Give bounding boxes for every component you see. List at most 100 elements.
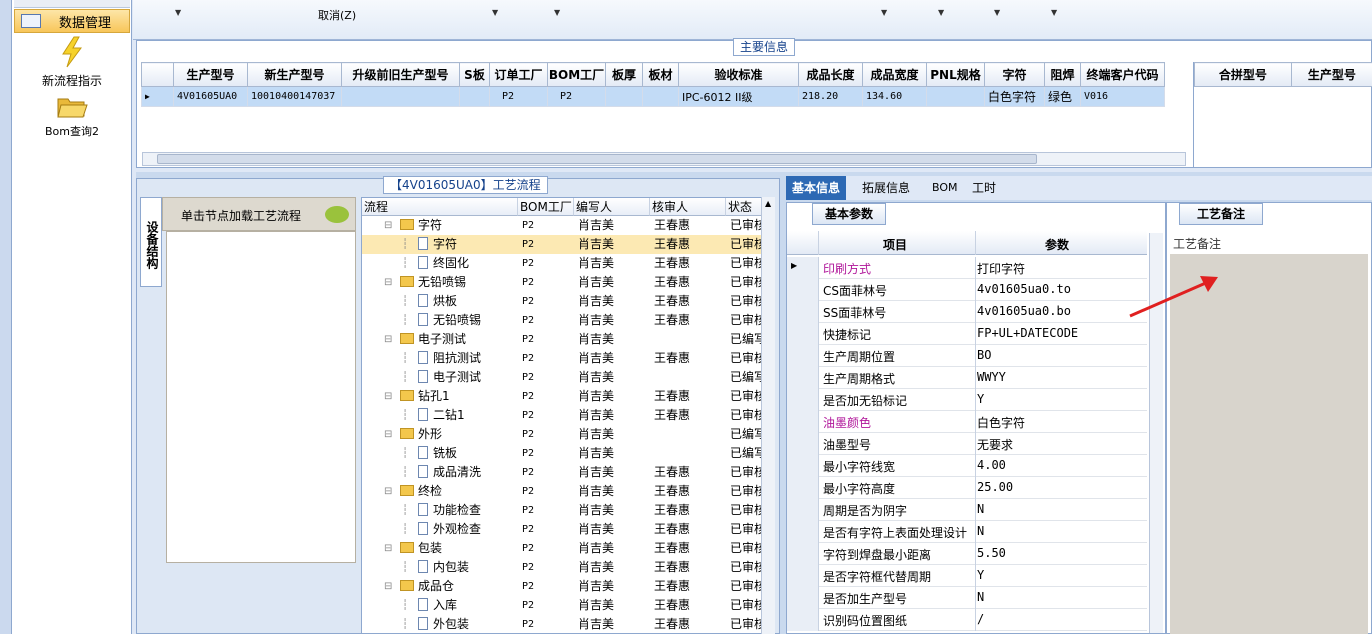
column-header[interactable]: 验收标准 [678,62,799,87]
tab-work-hours[interactable]: 工时 [966,176,1002,200]
param-row[interactable]: 周期是否为阴字 N [787,499,1147,521]
column-header[interactable]: 字符 [984,62,1045,87]
table-cell[interactable]: V016 [1080,86,1165,107]
flow-tree-row[interactable]: ⊟ 电子测试 P2 肖吉美 已编写 [362,330,766,349]
table-cell[interactable]: 134.60 [862,86,927,107]
column-header[interactable]: S板 [459,62,490,87]
row-header[interactable] [787,433,819,455]
dropdown-arrow-icon[interactable]: ▼ [492,8,498,17]
select-all-corner[interactable] [787,231,819,255]
flow-tree-row[interactable]: ┆ 入库 P2 肖吉美 王春惠 已审核 [362,596,766,615]
flow-tree-row[interactable]: ⊟ 外形 P2 肖吉美 已编写 [362,425,766,444]
row-header[interactable] [787,543,819,565]
column-header[interactable]: 板材 [642,62,679,87]
tab-process-remarks[interactable]: 工艺备注 [1179,203,1263,225]
param-row[interactable]: 快捷标记 FP+UL+DATECODE [787,323,1147,345]
flow-tree-row[interactable]: ⊟ 钻孔1 P2 肖吉美 王春惠 已审核 [362,387,766,406]
nav-item-data-management[interactable]: 数据管理 [14,9,130,33]
cancel-button[interactable]: 取消(Z) [318,7,356,23]
table-cell[interactable] [642,86,679,107]
param-row[interactable]: 生产周期位置 BO [787,345,1147,367]
table-cell[interactable] [605,86,643,107]
column-header[interactable]: 项目 [883,236,907,253]
param-value[interactable]: 4.00 [977,458,1006,472]
flow-tree-row[interactable]: ⊟ 成品仓 P2 肖吉美 王春惠 已审核 [362,577,766,596]
flow-tree-row[interactable]: ┆ 二钻1 P2 肖吉美 王春惠 已审核 [362,406,766,425]
column-header[interactable]: 新生产型号 [247,62,342,87]
table-cell[interactable]: 4V01605UA0 [173,86,248,107]
param-row[interactable]: 识别码位置图纸 / [787,609,1147,631]
param-row[interactable]: CS面菲林号 4v01605ua0.to [787,279,1147,301]
column-header[interactable]: 订单工厂 [489,62,548,87]
param-row[interactable]: 油墨颜色 白色字符 [787,411,1147,433]
tab-extended-info[interactable]: 拓展信息 [856,176,916,200]
row-header[interactable] [787,411,819,433]
nav-item-bom-query[interactable]: Bom查询2 [12,94,132,139]
param-value[interactable]: Y [977,568,984,582]
param-value[interactable]: FP+UL+DATECODE [977,326,1078,340]
row-header[interactable] [787,565,819,587]
flow-tree-row[interactable]: ┆ 字符 P2 肖吉美 王春惠 已审核 [362,235,766,254]
dropdown-arrow-icon[interactable]: ▼ [554,8,560,17]
dropdown-arrow-icon[interactable]: ▼ [938,8,944,17]
flow-tree-row[interactable]: ┆ 内包装 P2 肖吉美 王春惠 已审核 [362,558,766,577]
param-row[interactable]: 最小字符线宽 4.00 [787,455,1147,477]
row-header[interactable] [787,477,819,499]
param-row[interactable]: 是否有字符上表面处理设计 N [787,521,1147,543]
table-cell[interactable]: P2 [547,86,606,107]
param-row[interactable]: SS面菲林号 4v01605ua0.bo [787,301,1147,323]
dropdown-arrow-icon[interactable]: ▼ [881,8,887,17]
param-value[interactable]: 4v01605ua0.bo [977,304,1071,318]
column-header[interactable]: BOM工厂 [518,198,574,216]
horizontal-scrollbar[interactable] [142,152,1186,166]
row-header[interactable] [787,345,819,367]
param-row[interactable]: 字符到焊盘最小距离 5.50 [787,543,1147,565]
column-header[interactable]: 生产型号 [1290,62,1372,87]
dropdown-arrow-icon[interactable]: ▼ [994,8,1000,17]
column-header[interactable]: 阻焊 [1044,62,1081,87]
tab-equipment-structure[interactable]: 设备结构 [140,197,162,287]
column-header[interactable]: 合拼型号 [1194,62,1292,87]
row-header[interactable] [787,499,819,521]
flow-tree-row[interactable]: ┆ 终固化 P2 肖吉美 王春惠 已审核 [362,254,766,273]
row-header[interactable] [787,279,819,301]
scrollbar-thumb[interactable] [157,154,1037,164]
column-header[interactable]: 成品长度 [798,62,863,87]
flow-tree-row[interactable]: ⊟ 字符 P2 肖吉美 王春惠 已审核 [362,216,766,235]
tab-basic-info[interactable]: 基本信息 [786,176,847,200]
dropdown-arrow-icon[interactable]: ▼ [1051,8,1057,17]
select-all-corner[interactable] [141,62,174,87]
column-header[interactable]: 终端客户代码 [1080,62,1165,87]
flow-tree-row[interactable]: ┆ 功能检查 P2 肖吉美 王春惠 已审核 [362,501,766,520]
table-cell[interactable]: 绿色 [1044,86,1081,107]
column-header[interactable]: 编写人 [574,198,650,216]
flow-tree-row[interactable]: ┆ 电子测试 P2 肖吉美 已编写 [362,368,766,387]
column-header[interactable]: 板厚 [605,62,643,87]
param-value[interactable]: N [977,502,984,516]
param-value[interactable]: 5.50 [977,546,1006,560]
flow-tree-row[interactable]: ┆ 外观检查 P2 肖吉美 王春惠 已审核 [362,520,766,539]
column-header[interactable]: BOM工厂 [547,62,606,87]
tab-basic-params[interactable]: 基本参数 [812,203,886,225]
dropdown-arrow-icon[interactable]: ▼ [175,8,181,17]
param-row[interactable]: 是否加生产型号 N [787,587,1147,609]
table-cell[interactable] [459,86,490,107]
flow-tree-row[interactable]: ┆ 铣板 P2 肖吉美 已编写 [362,444,766,463]
table-cell[interactable] [341,86,460,107]
vertical-scrollbar[interactable]: ▲ [761,197,775,634]
param-row[interactable]: 是否加无铅标记 Y [787,389,1147,411]
table-cell[interactable]: 白色字符 [984,86,1045,107]
flow-tree-row[interactable]: ⊟ 终检 P2 肖吉美 王春惠 已审核 [362,482,766,501]
tab-bom[interactable]: BOM [926,176,964,200]
table-cell[interactable] [926,86,985,107]
table-cell[interactable]: P2 [489,86,548,107]
nav-top-item[interactable] [14,0,130,8]
table-cell[interactable]: IPC-6012 II级 [678,86,799,107]
column-header[interactable]: 核审人 [650,198,726,216]
table-row[interactable]: ▶ 4V01605UA0 10010400147037 P2 P2 IPC-60… [141,86,1165,107]
column-header[interactable]: 生产型号 [173,62,248,87]
flow-tree-row[interactable]: ⊟ 包装 P2 肖吉美 王春惠 已审核 [362,539,766,558]
flow-tree-row[interactable]: ┆ 烘板 P2 肖吉美 王春惠 已审核 [362,292,766,311]
param-row[interactable]: 是否字符框代替周期 Y [787,565,1147,587]
row-header[interactable] [787,389,819,411]
